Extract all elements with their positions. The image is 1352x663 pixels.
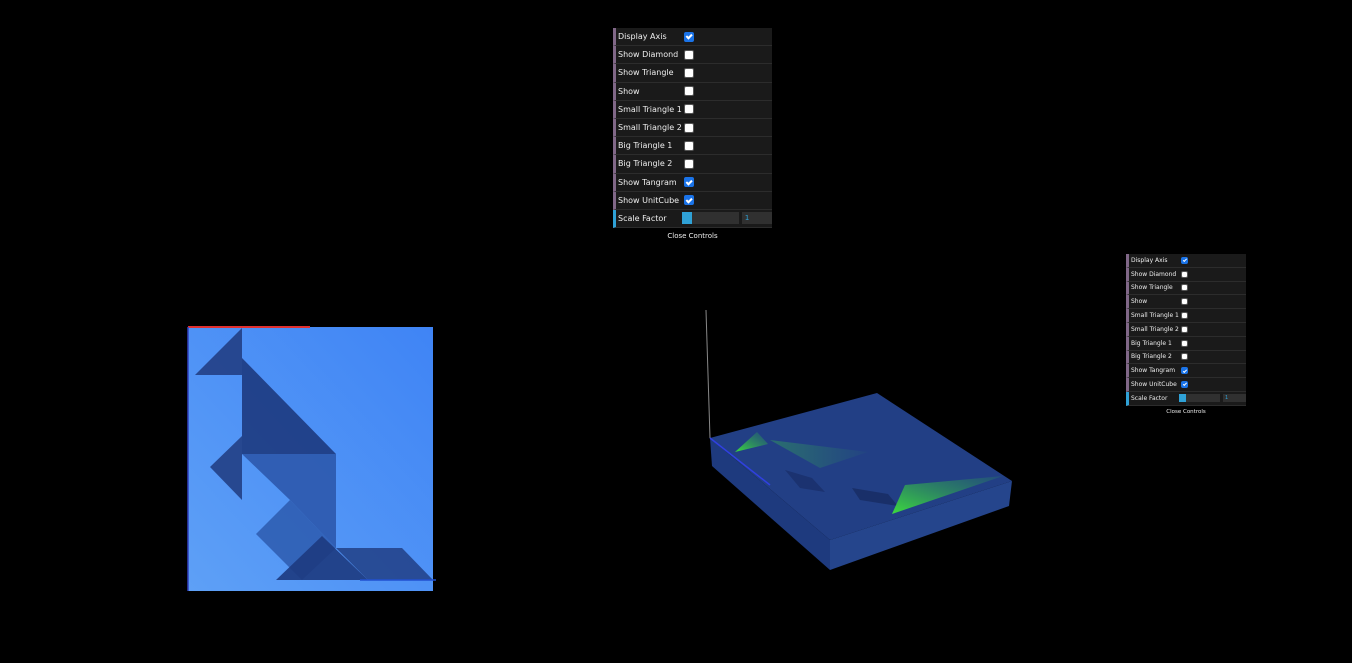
control-big-triangle-2[interactable]: Big Triangle 2 [613, 155, 772, 174]
control-label: Display Axis [1131, 256, 1168, 264]
control-label: Small Triangle 1 [618, 104, 682, 114]
small-triangle-1-checkbox[interactable] [1181, 312, 1188, 320]
control-label: Scale Factor [618, 213, 667, 223]
control-show-diamond[interactable]: Show Diamond [1126, 267, 1246, 282]
control-label: Big Triangle 2 [618, 159, 673, 169]
control-big-triangle-1[interactable]: Big Triangle 1 [613, 137, 772, 156]
control-show-tangram[interactable]: Show Tangram [1126, 364, 1246, 379]
control-label: Show UnitCube [1131, 381, 1177, 389]
control-small-triangle-2[interactable]: Small Triangle 2 [613, 118, 772, 138]
show-diamond-checkbox[interactable] [1181, 270, 1188, 278]
scale-factor-slider[interactable] [1178, 394, 1220, 403]
big-triangle-2-checkbox[interactable] [684, 158, 694, 169]
control-big-triangle-2[interactable]: Big Triangle 2 [1126, 350, 1246, 365]
control-label: Show Tangram [1131, 367, 1176, 375]
control-label: Big Triangle 1 [1131, 339, 1172, 347]
control-label: Big Triangle 1 [618, 141, 673, 151]
control-label: Small Triangle 2 [1131, 325, 1179, 333]
left-viewport-scene [187, 326, 436, 591]
scale-factor-input[interactable]: 1 [1222, 394, 1246, 403]
control-show[interactable]: Show [613, 82, 772, 101]
controls-panel-mini: Display Axis Show Diamond Show Triangle … [1126, 254, 1246, 418]
slider-fill [1178, 394, 1187, 403]
show-tangram-checkbox[interactable] [684, 177, 694, 188]
control-small-triangle-1[interactable]: Small Triangle 1 [1126, 309, 1246, 323]
big-triangle-2-checkbox[interactable] [1181, 353, 1188, 361]
control-small-triangle-1[interactable]: Small Triangle 1 [613, 100, 772, 119]
control-display-axis[interactable]: Display Axis [1126, 254, 1246, 268]
control-label: Show Triangle [618, 68, 674, 78]
control-label: Small Triangle 1 [1131, 312, 1179, 320]
control-label: Show Diamond [618, 50, 679, 60]
control-label: Small Triangle 2 [618, 123, 682, 133]
right-viewport-scene [705, 309, 1012, 570]
show-diamond-checkbox[interactable] [684, 49, 694, 60]
small-triangle-2-checkbox[interactable] [1181, 325, 1188, 333]
show-triangle-checkbox[interactable] [684, 67, 694, 78]
control-show-triangle[interactable]: Show Triangle [613, 64, 772, 83]
control-label: Show Triangle [1131, 284, 1173, 292]
control-label: Big Triangle 2 [1131, 353, 1172, 361]
scale-factor-input[interactable]: 1 [741, 212, 772, 225]
control-label: Show [1131, 298, 1148, 306]
close-controls-button[interactable]: Close Controls [1126, 405, 1246, 418]
show-checkbox[interactable] [1181, 298, 1188, 306]
big-triangle-1-checkbox[interactable] [684, 140, 694, 151]
show-unitcube-checkbox[interactable] [1181, 381, 1188, 389]
control-display-axis[interactable]: Display Axis [613, 28, 772, 47]
show-checkbox[interactable] [684, 86, 694, 97]
control-label: Show UnitCube [618, 195, 680, 205]
control-show-tangram[interactable]: Show Tangram [613, 173, 772, 192]
close-controls-button[interactable]: Close Controls [613, 228, 772, 245]
show-triangle-checkbox[interactable] [1181, 284, 1188, 292]
slider-fill [681, 212, 693, 225]
control-label: Scale Factor [1131, 394, 1168, 402]
axis-y-line [705, 309, 711, 439]
control-small-triangle-2[interactable]: Small Triangle 2 [1126, 322, 1246, 337]
control-show-diamond[interactable]: Show Diamond [613, 46, 772, 65]
control-show[interactable]: Show [1126, 295, 1246, 310]
control-big-triangle-1[interactable]: Big Triangle 1 [1126, 336, 1246, 351]
scale-factor-slider[interactable] [681, 212, 739, 225]
small-triangle-1-checkbox[interactable] [684, 104, 694, 115]
control-label: Show Diamond [1131, 270, 1177, 278]
control-label: Show [618, 86, 640, 96]
control-scale-factor: Scale Factor 1 [1126, 391, 1246, 406]
control-label: Show Tangram [618, 177, 677, 187]
control-show-unitcube[interactable]: Show UnitCube [613, 191, 772, 210]
controls-panel-main: Display Axis Show Diamond Show Triangle … [613, 28, 772, 245]
control-show-triangle[interactable]: Show Triangle [1126, 281, 1246, 296]
big-triangle-1-checkbox[interactable] [1181, 339, 1188, 347]
control-show-unitcube[interactable]: Show UnitCube [1126, 378, 1246, 392]
small-triangle-2-checkbox[interactable] [684, 122, 694, 133]
show-tangram-checkbox[interactable] [1181, 367, 1188, 375]
control-scale-factor: Scale Factor 1 [613, 209, 772, 229]
show-unitcube-checkbox[interactable] [684, 195, 694, 206]
control-label: Display Axis [618, 32, 667, 42]
display-axis-checkbox[interactable] [684, 31, 694, 42]
display-axis-checkbox[interactable] [1181, 256, 1188, 264]
